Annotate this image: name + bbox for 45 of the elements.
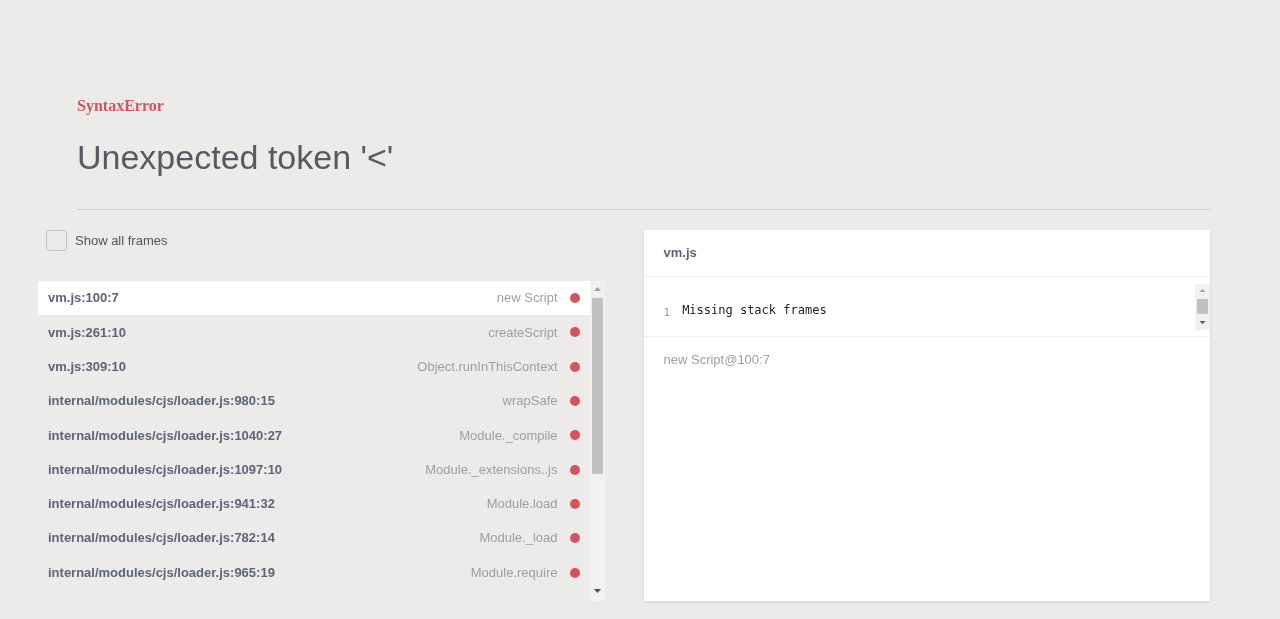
function-name: Module._compile	[459, 426, 558, 445]
status-dot	[569, 567, 580, 578]
function-name: Module._load	[479, 529, 558, 548]
frame-location: vm.js:100:7	[48, 289, 119, 308]
function-name: new Script	[496, 289, 558, 308]
stack-frame-row[interactable]: internal/modules/cjs/loader.js:1097:10 Module._extensions..js	[38, 452, 590, 487]
function-name: createScript	[488, 323, 558, 342]
frame-location: internal/modules/cjs/loader.js:782:14	[48, 529, 275, 548]
frame-location: internal/modules/cjs/loader.js:965:19	[48, 563, 275, 582]
function-name: Module.require	[470, 563, 558, 582]
error-message: Unexpected token '<'	[77, 137, 395, 178]
frame-location: internal/modules/cjs/loader.js:941:32	[48, 495, 275, 514]
line-number: 1	[663, 304, 671, 321]
status-dot	[569, 498, 580, 509]
status-dot	[569, 396, 580, 407]
function-name: Object.runInThisContext	[417, 358, 558, 376]
frame-location: internal/modules/cjs/loader.js:1097:10	[48, 460, 283, 479]
stack-frame-row[interactable]: internal/modules/cjs/loader.js:980:15 wrapSafe	[38, 383, 590, 419]
frame-location: internal/modules/cjs/loader.js:980:15	[48, 392, 275, 411]
status-dot	[569, 533, 580, 544]
function-name: Module.load	[486, 495, 558, 514]
stack-frame-row[interactable]: internal/modules/cjs/loader.js:1040:27 Module._compile	[38, 418, 590, 453]
status-dot	[569, 327, 580, 338]
function-name: wrapSafe	[502, 392, 558, 411]
file-name: vm.js	[643, 230, 1210, 277]
status-dot	[569, 293, 580, 304]
stack-frame-row[interactable]: internal/modules/cjs/loader.js:782:14 Module._load	[38, 521, 590, 556]
stack-frame-row[interactable]: vm.js:100:7 new Script	[38, 281, 590, 316]
status-dot	[569, 464, 580, 475]
stack-frame-row[interactable]: internal/modules/cjs/loader.js:965:19 Module.require	[38, 555, 590, 590]
stack-frame-row[interactable]: vm.js:261:10 createScript	[38, 315, 590, 350]
frame-location: internal/modules/cjs/loader.js:1040:27	[48, 426, 283, 445]
function-name: Module._extensions..js	[425, 460, 558, 479]
checkbox[interactable]	[46, 230, 67, 251]
scrollbar[interactable]	[1195, 283, 1210, 330]
frame-location: vm.js:261:10	[48, 323, 127, 342]
frame-location: vm.js:309:10	[48, 358, 127, 376]
status-dot	[569, 430, 580, 441]
status-dot	[569, 361, 580, 372]
checkbox-label[interactable]: Show all frames	[75, 230, 168, 251]
error-type: SyntaxError	[77, 96, 165, 117]
frame-reference: new Script@100:7	[662, 350, 771, 369]
stack-frame-row[interactable]: internal/modules/cjs/loader.js:941:32 Module.load	[38, 486, 590, 522]
stack-frame-row[interactable]: vm.js:309:10 Object.runInThisContext	[38, 349, 590, 384]
code-line: Missing stack frames	[682, 301, 827, 319]
